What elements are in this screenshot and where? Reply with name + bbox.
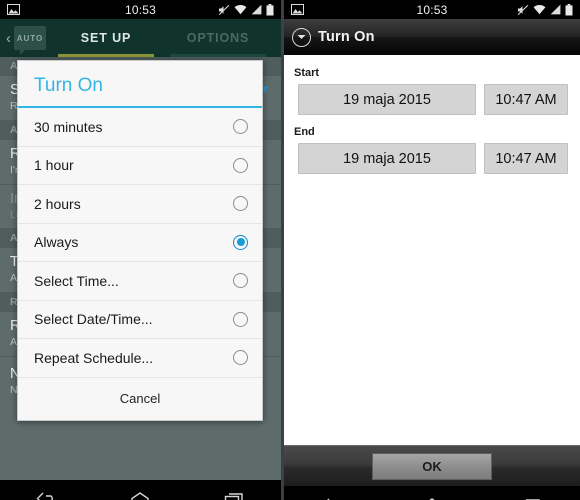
tab-options-label: OPTIONS <box>186 31 250 45</box>
nav-bar-right <box>284 486 580 500</box>
nav-bar-left <box>0 480 281 500</box>
turn-on-dialog: Turn On 30 minutes 1 hour 2 hours Always… <box>17 60 263 421</box>
right-action-bar-title: Turn On <box>318 29 375 45</box>
radio-button-icon[interactable] <box>233 311 248 327</box>
dialog-option-always[interactable]: Always <box>18 223 262 262</box>
dialog-option-select-time[interactable]: Select Time... <box>18 262 262 301</box>
radio-button-icon[interactable] <box>233 350 248 366</box>
start-date-button[interactable]: 19 maja 2015 <box>298 84 476 115</box>
end-group-label: End <box>294 126 315 138</box>
end-row: 19 maja 2015 10:47 AM <box>284 143 580 174</box>
dialog-option-label: 1 hour <box>34 157 74 174</box>
tab-set-up-label: SET UP <box>80 31 132 45</box>
status-bar-clock: 10:53 <box>124 2 157 17</box>
cancel-button[interactable]: Cancel <box>120 391 160 406</box>
radio-button-selected-icon[interactable] <box>233 234 248 250</box>
dialog-option-label: 30 minutes <box>34 118 103 135</box>
dialog-footer: Cancel <box>18 377 262 420</box>
dialog-option-repeat-schedule[interactable]: Repeat Schedule... <box>18 339 262 378</box>
app-logo-label: AUTO <box>16 33 44 43</box>
right-phone-panel: 10:53 Turn On Start 19 maja 2015 10:47 A… <box>284 0 580 500</box>
start-time-button[interactable]: 10:47 AM <box>484 84 568 115</box>
back-chevron-icon[interactable]: ‹ <box>0 31 14 46</box>
dialog-option-label: Select Time... <box>34 272 119 289</box>
back-icon[interactable] <box>17 480 77 500</box>
start-row: 19 maja 2015 10:47 AM <box>284 84 580 115</box>
dialog-option-select-date-time[interactable]: Select Date/Time... <box>18 300 262 339</box>
end-date-button[interactable]: 19 maja 2015 <box>298 143 476 174</box>
ok-button[interactable]: OK <box>372 452 492 480</box>
tab-bar: SET UP OPTIONS <box>50 19 281 57</box>
status-bar-right: 10:53 <box>284 0 580 19</box>
home-icon[interactable] <box>110 480 170 500</box>
recents-icon[interactable] <box>501 486 561 500</box>
dialog-option-1-hour[interactable]: 1 hour <box>18 146 262 185</box>
status-bar-left: 10:53 <box>0 0 281 19</box>
start-group-label: Start <box>294 67 320 79</box>
tab-options[interactable]: OPTIONS <box>162 19 274 57</box>
home-icon[interactable] <box>402 486 462 500</box>
dialog-option-label: 2 hours <box>34 195 81 212</box>
app-logo-icon[interactable]: AUTO <box>14 26 46 55</box>
left-phone-panel: 10:53 ‹ AUTO SET UP OPTIONS ▼ All Turn O… <box>0 0 281 500</box>
back-icon[interactable] <box>303 486 363 500</box>
dialog-option-label: Repeat Schedule... <box>34 349 154 366</box>
dialog-option-30-minutes[interactable]: 30 minutes <box>18 108 262 147</box>
end-time-button[interactable]: 10:47 AM <box>484 143 568 174</box>
left-action-bar: ‹ AUTO SET UP OPTIONS <box>0 19 281 57</box>
dialog-option-label: Always <box>34 234 79 251</box>
dialog-option-label: Select Date/Time... <box>34 311 153 328</box>
dialog-option-2-hours[interactable]: 2 hours <box>18 185 262 224</box>
tab-set-up[interactable]: SET UP <box>50 19 162 57</box>
dialog-title: Turn On <box>34 75 103 96</box>
recents-icon[interactable] <box>204 480 264 500</box>
radio-button-icon[interactable] <box>233 273 248 289</box>
ok-bar: OK <box>284 445 580 486</box>
radio-button-icon[interactable] <box>233 119 248 135</box>
screenshot-stage: 10:53 ‹ AUTO SET UP OPTIONS ▼ All Turn O… <box>0 0 580 500</box>
radio-button-icon[interactable] <box>233 157 248 173</box>
date-time-form: Start 19 maja 2015 10:47 AM End 19 maja … <box>284 55 580 445</box>
radio-button-icon[interactable] <box>233 196 248 212</box>
dialog-header: Turn On <box>18 61 262 106</box>
chevron-down-circle-icon[interactable] <box>292 27 311 47</box>
right-action-bar: Turn On <box>284 19 580 55</box>
status-bar-clock: 10:53 <box>416 2 448 17</box>
